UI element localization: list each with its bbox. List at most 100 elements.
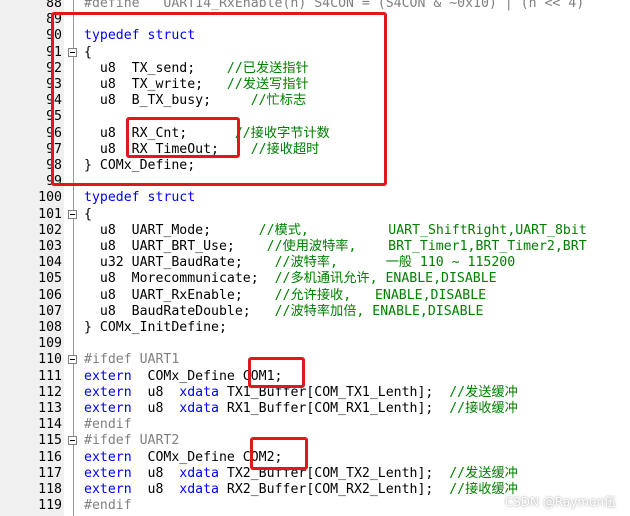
line-number: 107	[38, 303, 62, 319]
code-token: //多机通讯允许, ENABLE,DISABLE	[274, 271, 497, 287]
code-token: //模式, UART_ShiftRight,UART_8bit	[258, 222, 587, 238]
code-token: u8 UART_BRT_Use;	[84, 239, 267, 254]
code-line[interactable]: 102 u8 UART_Mode; //模式, UART_ShiftRight,…	[0, 223, 630, 239]
code-text: {	[84, 207, 92, 223]
code-token: {	[84, 206, 92, 222]
line-number: 116	[38, 449, 62, 465]
code-token: extern	[84, 482, 132, 497]
line-number: 112	[38, 384, 62, 400]
line-number: 110	[38, 352, 62, 368]
code-token: u8 UART_RxEnable;	[84, 287, 275, 303]
code-line[interactable]: 114 #endif	[0, 417, 630, 433]
code-line[interactable]: 107 u8 BaudRateDouble; //波特率加倍, ENABLE,D…	[0, 304, 630, 320]
code-line[interactable]: 111 extern COMx_Define COM1;	[0, 369, 630, 385]
code-token: RX2_Buffer[COM_RX2_Lenth];	[218, 482, 450, 497]
line-number: 108	[38, 320, 62, 335]
code-token: u8 UART_Mode;	[84, 222, 259, 238]
line-number: 113	[38, 401, 62, 416]
code-token: xdata	[179, 384, 219, 400]
code-line[interactable]: 108 } COMx_InitDefine;	[0, 320, 630, 336]
code-token: u8	[131, 384, 180, 400]
line-number: 88	[46, 0, 62, 11]
code-line[interactable]: 103 u8 UART_BRT_Use; //使用波特率, BRT_Timer1…	[0, 239, 630, 255]
line-number: 100	[38, 190, 62, 206]
code-token: #define UART14_RxEnable(n) S4CON = (S4CO…	[84, 0, 585, 11]
line-number: 102	[38, 222, 62, 238]
code-token: extern	[84, 449, 132, 465]
code-token: u8	[131, 401, 180, 416]
code-token: xdata	[179, 465, 219, 481]
code-token: #ifdef UART2	[84, 433, 180, 449]
code-text: u8 UART_Mode; //模式, UART_ShiftRight,UART…	[84, 223, 587, 239]
code-text: typedef struct	[84, 190, 195, 206]
line-number: 111	[38, 368, 62, 384]
code-text: #ifdef UART2	[84, 433, 179, 449]
struct-definition-highlight	[51, 12, 387, 186]
code-text: } COMx_InitDefine;	[84, 320, 227, 336]
code-line[interactable]: 117 extern u8 xdata TX2_Buffer[COM_TX2_Le…	[0, 466, 630, 482]
code-token: //使用波特率, BRT_Timer1,BRT_Timer2,BRT	[266, 239, 587, 254]
line-number: 109	[38, 336, 62, 352]
code-token: u8	[131, 482, 180, 497]
code-line[interactable]: 104 u32 UART_BaudRate; //波特率, 一般 110 ~ 1…	[0, 255, 630, 271]
code-token: //接收缓冲	[449, 401, 518, 416]
code-text: u8 BaudRateDouble; //波特率加倍, ENABLE,DISAB…	[84, 303, 484, 320]
code-line[interactable]: 115 #ifdef UART2	[0, 433, 630, 449]
code-text: u8 Morecommunicate; //多机通讯允许, ENABLE,DIS…	[84, 271, 497, 287]
code-line[interactable]: 109	[0, 336, 630, 352]
code-token: //波特率, 一般 110 ~ 115200	[274, 255, 516, 271]
code-token: extern	[84, 384, 132, 400]
com2-variable-highlight	[250, 437, 308, 470]
code-token: xdata	[179, 482, 219, 497]
code-token: #endif	[84, 498, 132, 514]
code-token: //允许接收, ENABLE,DISABLE	[274, 287, 487, 303]
code-text: #endif	[84, 498, 132, 514]
code-token: extern	[84, 368, 132, 384]
code-token: } COMx_InitDefine;	[84, 320, 227, 335]
code-text: extern u8 xdata RX1_Buffer[COM_RX1_Lenth…	[84, 401, 518, 417]
code-token: //发送缓冲	[449, 384, 518, 400]
code-token: u8 BaudRateDouble;	[84, 303, 275, 319]
code-text: #endif	[84, 417, 132, 433]
line-number: 101	[38, 206, 62, 222]
code-token: xdata	[179, 401, 219, 416]
code-line[interactable]: 110 #ifdef UART1	[0, 352, 630, 368]
code-line[interactable]: 101 {	[0, 207, 630, 223]
code-text: u8 UART_RxEnable; //允许接收, ENABLE,DISABLE	[84, 288, 486, 304]
com1-variable-highlight	[248, 357, 305, 388]
code-token: u8 Morecommunicate;	[84, 271, 275, 287]
line-number: 115	[38, 433, 62, 449]
line-number: 105	[38, 271, 62, 287]
code-token: #ifdef UART1	[84, 352, 180, 368]
code-line[interactable]: 100 typedef struct	[0, 190, 630, 206]
code-text: #define UART14_RxEnable(n) S4CON = (S4CO…	[84, 0, 584, 12]
code-text: u8 UART_BRT_Use; //使用波特率, BRT_Timer1,BRT…	[84, 239, 587, 255]
line-number: 103	[38, 239, 62, 254]
code-line[interactable]: 116 extern COMx_Define COM2;	[0, 450, 630, 466]
fold-toggle-icon[interactable]	[68, 436, 77, 446]
code-line[interactable]: 106 u8 UART_RxEnable; //允许接收, ENABLE,DIS…	[0, 288, 630, 304]
rx-fields-highlight	[126, 117, 240, 158]
code-token: //发送缓冲	[449, 465, 518, 481]
code-line[interactable]: 112 extern u8 xdata TX1_Buffer[COM_TX1_Le…	[0, 385, 630, 401]
code-token: u32 UART_BaudRate;	[84, 255, 275, 271]
line-number: 119	[38, 498, 62, 514]
code-text: extern u8 xdata RX2_Buffer[COM_RX2_Lenth…	[84, 482, 518, 498]
watermark: CSDN @Raymon伍	[504, 495, 616, 509]
line-number: 104	[38, 255, 62, 271]
code-line[interactable]: 105 u8 Morecommunicate; //多机通讯允许, ENABLE…	[0, 271, 630, 287]
code-text: #ifdef UART1	[84, 352, 179, 368]
code-line[interactable]: 113 extern u8 xdata RX1_Buffer[COM_RX1_Le…	[0, 401, 630, 417]
code-text: u32 UART_BaudRate; //波特率, 一般 110 ~ 11520…	[84, 255, 515, 271]
line-number: 118	[38, 482, 62, 497]
line-number: 114	[38, 417, 62, 433]
line-number: 106	[38, 287, 62, 303]
code-token: typedef struct	[84, 190, 196, 206]
code-token: //波特率加倍, ENABLE,DISABLE	[274, 303, 484, 319]
fold-toggle-icon[interactable]	[68, 209, 77, 219]
code-token: extern	[84, 465, 132, 481]
code-token: extern	[84, 401, 132, 416]
fold-toggle-icon[interactable]	[68, 355, 77, 365]
line-number: 117	[38, 465, 62, 481]
code-line[interactable]: 88 #define UART14_RxEnable(n) S4CON = (S4…	[0, 0, 630, 12]
